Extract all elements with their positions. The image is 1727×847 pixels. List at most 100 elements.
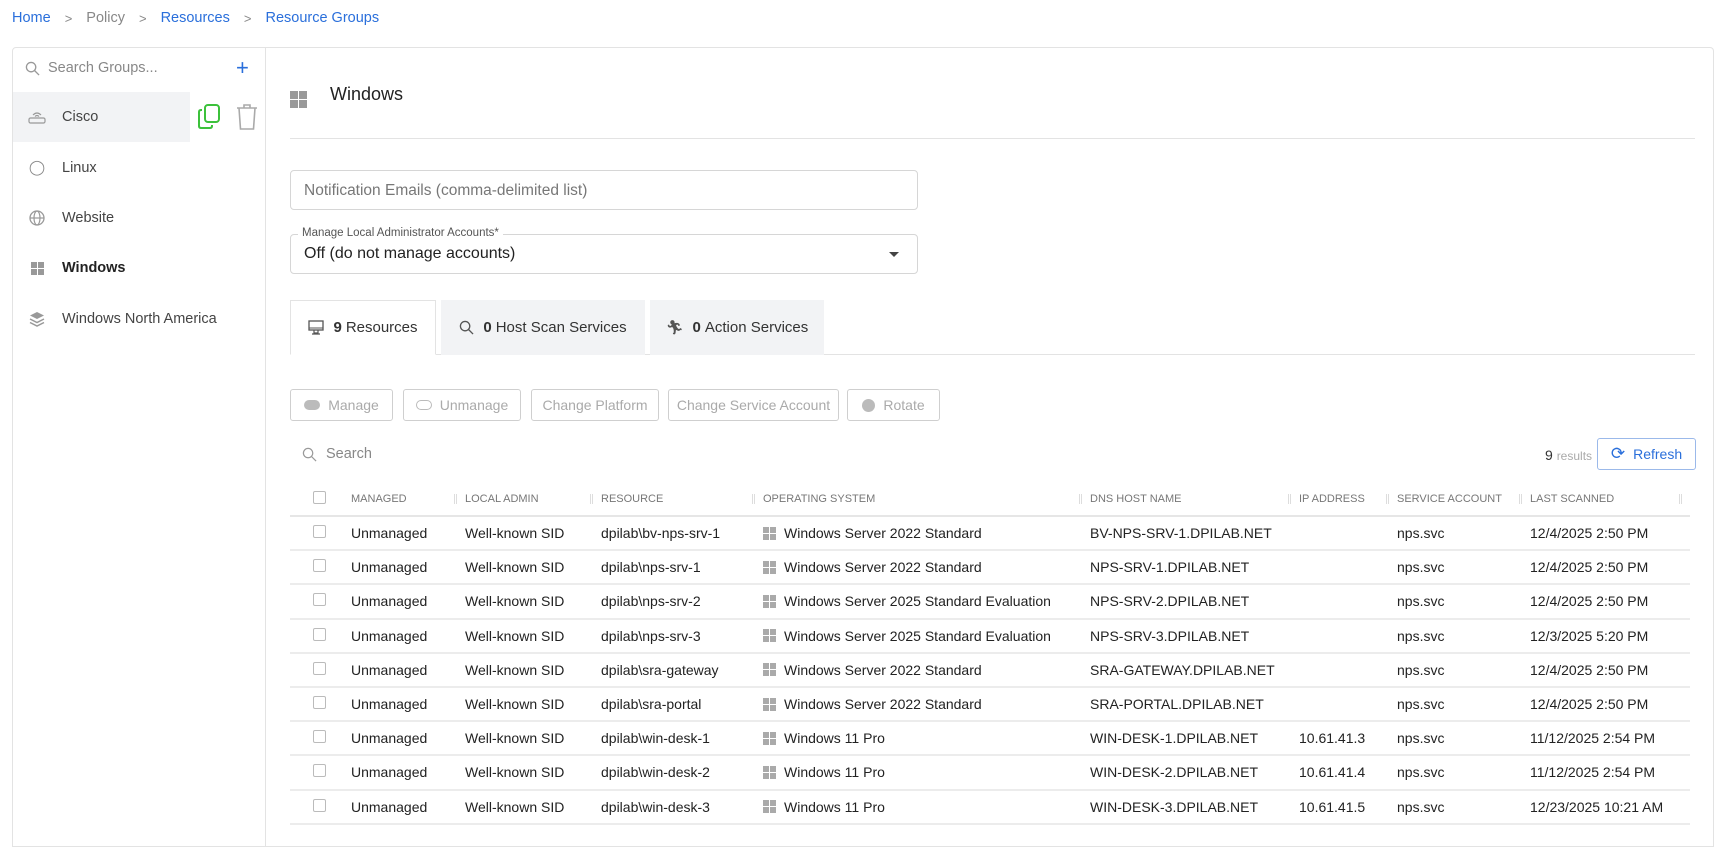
cell-dns-host-name: BV-NPS-SRV-1.DPILAB.NET — [1090, 516, 1299, 552]
sidebar-item-windows-north-america[interactable]: Windows North America — [13, 294, 253, 344]
windows-icon — [28, 261, 46, 275]
table-row[interactable]: Unmanaged Well-known SID dpilab\nps-srv-2 W… — [290, 584, 1690, 620]
cell-service-account: nps.svc — [1397, 516, 1530, 552]
search-groups-placeholder: Search Groups... — [48, 60, 158, 76]
search-groups-input[interactable]: Search Groups... — [25, 60, 158, 76]
tab-count: 0 — [483, 319, 492, 336]
cell-operating-system: Windows Server 2022 Standard — [763, 686, 1090, 723]
column-header-resource[interactable]: Resource — [601, 482, 763, 517]
cell-managed: Unmanaged — [351, 618, 465, 654]
cell-dns-host-name: SRA-PORTAL.DPILAB.NET — [1090, 686, 1299, 723]
column-resize-handle[interactable] — [1079, 494, 1082, 504]
change-platform-button[interactable]: Change Platform — [531, 389, 659, 421]
tab-label: Action Services — [704, 319, 809, 336]
monitor-icon — [308, 320, 325, 335]
column-header-dns-host-name[interactable]: DNS Host Name — [1090, 482, 1299, 517]
table-row[interactable]: Unmanaged Well-known SID dpilab\win-desk-2… — [290, 755, 1690, 791]
breadcrumb-home[interactable]: Home — [12, 10, 51, 26]
table-row[interactable]: Unmanaged Well-known SID dpilab\win-desk-3… — [290, 789, 1690, 825]
tab-resources[interactable]: 9 Resources — [290, 300, 436, 355]
row-checkbox[interactable] — [313, 798, 326, 812]
cell-dns-host-name: WIN-DESK-1.DPILAB.NET — [1090, 721, 1299, 757]
caret-down-icon[interactable] — [889, 252, 899, 257]
cell-last-scanned: 12/4/2025 2:50 PM — [1530, 516, 1690, 552]
table-row[interactable]: Unmanaged Well-known SID dpilab\sra-portal… — [290, 686, 1690, 723]
unmanage-button[interactable]: Unmanage — [403, 389, 521, 421]
column-header-managed[interactable]: Managed — [351, 482, 465, 517]
column-header-local-admin[interactable]: Local Admin — [465, 482, 601, 517]
windows-icon — [290, 86, 307, 108]
add-group-button[interactable]: + — [236, 55, 249, 81]
delete-group-button[interactable] — [236, 104, 258, 135]
table-row[interactable]: Unmanaged Well-known SID dpilab\nps-srv-1 W… — [290, 550, 1690, 586]
cell-operating-system: Windows 11 Pro — [763, 789, 1090, 825]
column-resize-handle[interactable] — [590, 494, 593, 504]
cell-resource: dpilab\bv-nps-srv-1 — [601, 516, 763, 552]
tab-host-scan-services[interactable]: 0 Host Scan Services — [441, 300, 645, 355]
column-header-last-scanned[interactable]: Last Scanned — [1530, 482, 1690, 517]
table-row[interactable]: Unmanaged Well-known SID dpilab\sra-gatewa… — [290, 652, 1690, 688]
notification-emails-input[interactable]: Notification Emails (comma-delimited lis… — [290, 170, 918, 210]
row-checkbox[interactable] — [313, 525, 326, 539]
column-header-ip-address[interactable]: IP Address — [1299, 482, 1397, 517]
column-resize-handle[interactable] — [1679, 494, 1682, 504]
manage-button[interactable]: Manage — [290, 389, 393, 421]
table-header-row: Managed Local Admin Resource Operating S… — [290, 482, 1690, 517]
row-checkbox[interactable] — [313, 730, 326, 744]
select-all-checkbox[interactable] — [313, 490, 326, 504]
clock-icon — [862, 398, 876, 412]
breadcrumb-policy: Policy — [86, 10, 125, 26]
sidebar-item-label: Cisco — [62, 109, 99, 125]
row-checkbox[interactable] — [313, 593, 326, 607]
column-resize-handle[interactable] — [1519, 494, 1522, 504]
chevron-right-icon: > — [138, 10, 147, 26]
row-checkbox[interactable] — [313, 559, 326, 573]
refresh-button[interactable]: ⟳ Refresh — [1597, 438, 1696, 470]
cell-last-scanned: 12/4/2025 2:50 PM — [1530, 652, 1690, 688]
rotate-button[interactable]: Rotate — [847, 389, 940, 421]
cell-dns-host-name: WIN-DESK-3.DPILAB.NET — [1090, 789, 1299, 825]
toggle-off-icon — [415, 400, 432, 410]
cell-service-account: nps.svc — [1397, 686, 1530, 723]
column-resize-handle[interactable] — [454, 494, 457, 504]
sidebar-item-website[interactable]: Website — [13, 193, 190, 243]
copy-group-button[interactable] — [198, 104, 221, 135]
column-header-service-account[interactable]: Service Account — [1397, 482, 1530, 517]
column-resize-handle[interactable] — [1288, 494, 1291, 504]
windows-icon — [763, 800, 776, 814]
tab-action-services[interactable]: 🏃︎ 0 Action Services — [650, 300, 824, 355]
cell-dns-host-name: SRA-GATEWAY.DPILAB.NET — [1090, 652, 1299, 688]
button-label: Refresh — [1633, 446, 1683, 462]
breadcrumb-resources[interactable]: Resources — [161, 10, 230, 26]
cell-dns-host-name: WIN-DESK-2.DPILAB.NET — [1090, 755, 1299, 791]
table-row[interactable]: Unmanaged Well-known SID dpilab\nps-srv-3 W… — [290, 618, 1690, 654]
row-checkbox[interactable] — [313, 627, 326, 641]
column-resize-handle[interactable] — [752, 494, 755, 504]
row-checkbox[interactable] — [313, 696, 326, 710]
button-label: Manage — [328, 397, 379, 413]
running-icon: 🏃︎ — [665, 319, 684, 335]
table-row[interactable]: Unmanaged Well-known SID dpilab\win-desk-1… — [290, 721, 1690, 757]
windows-icon — [763, 697, 776, 711]
cell-managed: Unmanaged — [351, 789, 465, 825]
notification-emails-placeholder: Notification Emails (comma-delimited lis… — [304, 182, 588, 199]
cell-dns-host-name: NPS-SRV-2.DPILAB.NET — [1090, 584, 1299, 620]
cell-service-account: nps.svc — [1397, 584, 1530, 620]
button-label: Change Platform — [542, 397, 648, 413]
change-service-account-button[interactable]: Change Service Account — [668, 389, 839, 421]
row-checkbox[interactable] — [313, 764, 326, 778]
cell-local-admin: Well-known SID — [465, 584, 601, 620]
column-resize-handle[interactable] — [1386, 494, 1389, 504]
row-checkbox[interactable] — [313, 661, 326, 675]
cell-ip-address — [1299, 584, 1397, 620]
breadcrumb-resource-groups[interactable]: Resource Groups — [265, 10, 379, 26]
sidebar-item-windows[interactable]: Windows — [13, 243, 190, 293]
sidebar-item-linux[interactable]: ◯ Linux — [13, 143, 190, 193]
cell-managed: Unmanaged — [351, 584, 465, 620]
cell-operating-system: Windows Server 2025 Standard Evaluation — [763, 618, 1090, 654]
cell-last-scanned: 11/12/2025 2:54 PM — [1530, 721, 1690, 757]
table-search-input[interactable]: Search — [302, 446, 372, 462]
table-row[interactable]: Unmanaged Well-known SID dpilab\bv-nps-srv… — [290, 516, 1690, 552]
column-header-operating-system[interactable]: Operating System — [763, 482, 1090, 517]
sidebar-item-cisco[interactable]: Cisco — [13, 92, 190, 142]
